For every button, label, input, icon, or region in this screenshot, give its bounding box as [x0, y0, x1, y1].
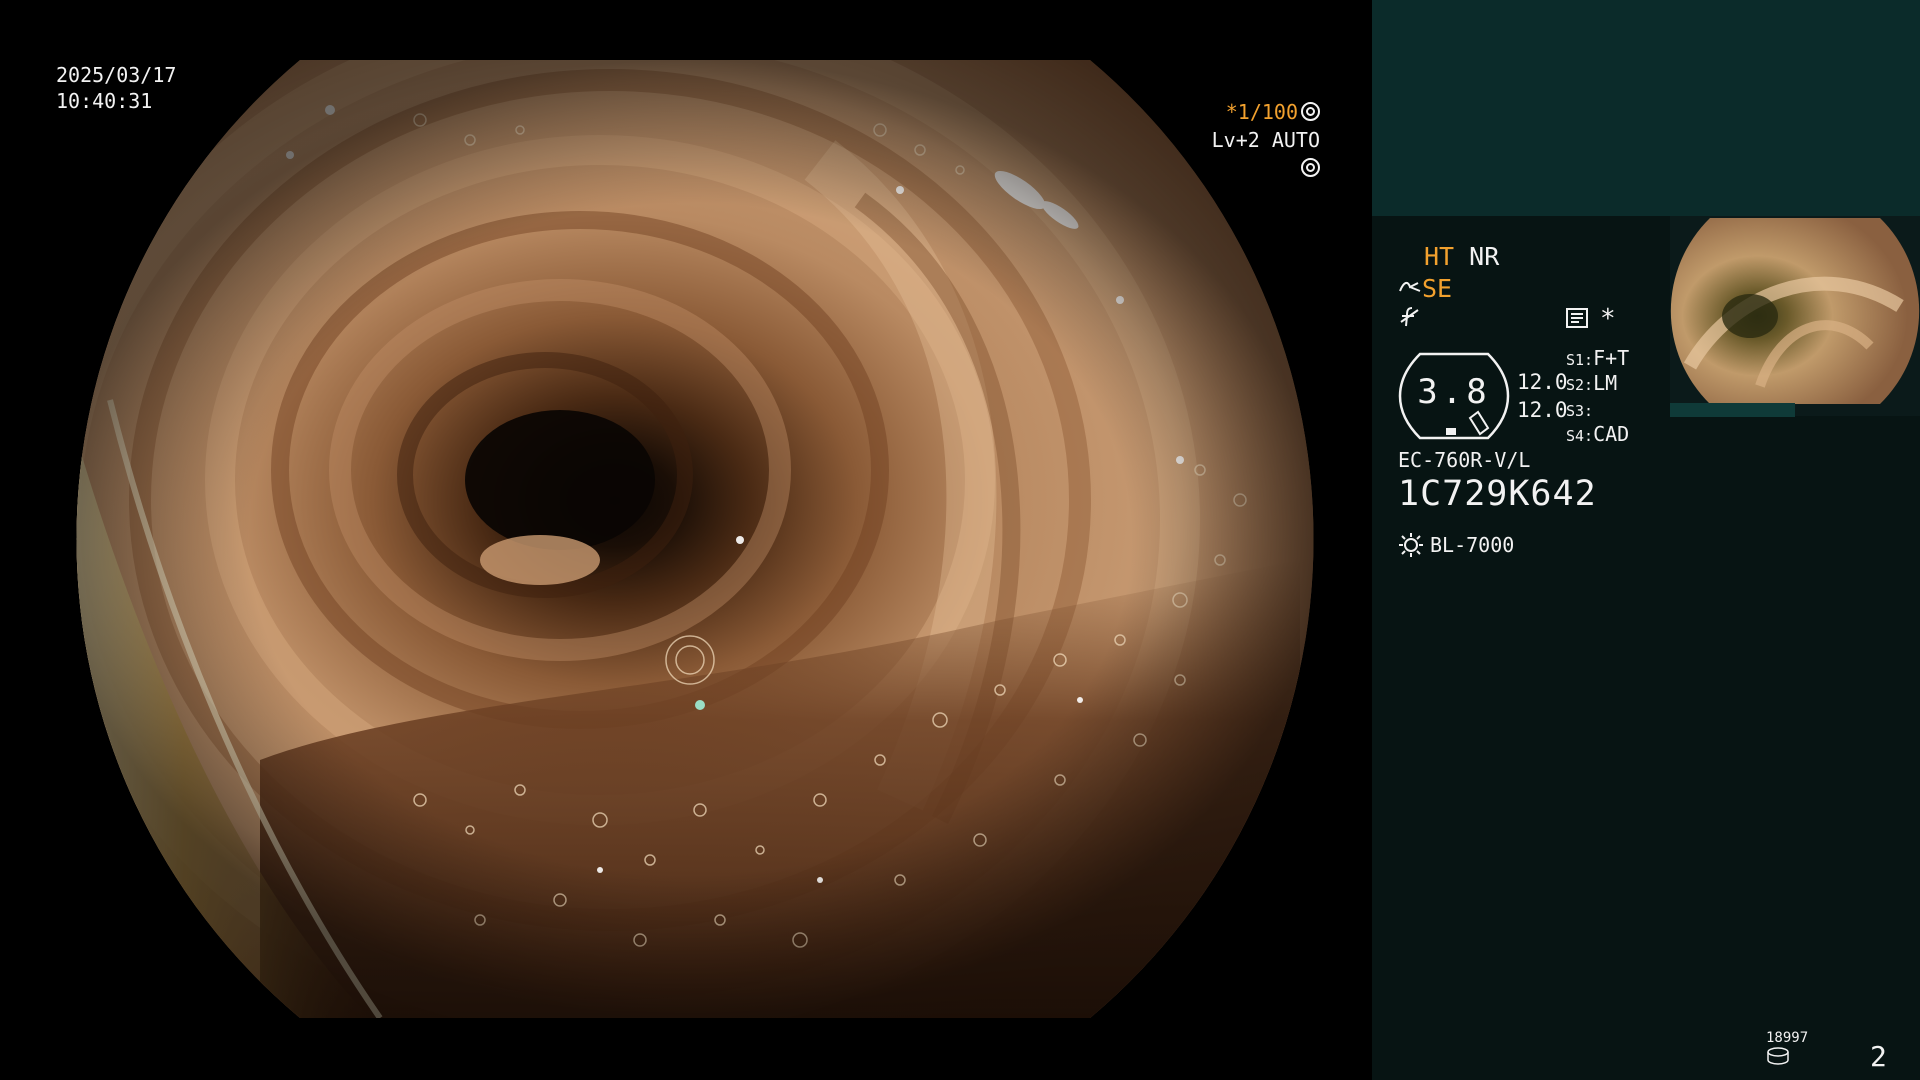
date-text: 2025/03/17	[56, 63, 177, 87]
switch-key: S1:	[1566, 351, 1594, 369]
endoscopic-image-view: 2025/03/17 10:40:31 *1/100 Lv+2 AUTO	[0, 0, 1372, 1080]
image-mode-row-2: SE	[1398, 274, 1452, 303]
mode-ht-label: HT	[1424, 242, 1455, 271]
color-enhance-icon	[1400, 307, 1419, 327]
shutter-speed-text: *1/100	[1225, 100, 1298, 124]
time-text: 10:40:31	[56, 89, 153, 113]
date-time-display: 2025/03/17 10:40:31	[56, 62, 176, 114]
page-number: 2	[1870, 1040, 1887, 1073]
level-value-a: 12.0	[1517, 370, 1568, 394]
iris-mode-text: Lv+2 AUTO	[1211, 128, 1320, 152]
thumbnail-status-bar	[1670, 402, 1920, 417]
structure-enhance-icon	[1399, 281, 1421, 292]
zoom-value: 3.8	[1417, 372, 1491, 412]
scope-switch-s2: S2:LM	[1566, 371, 1617, 395]
shutter-row: *1/100	[1190, 98, 1320, 126]
scope-switch-s1: S1:F+T	[1566, 346, 1629, 370]
scope-serial-number: 1C729K642	[1398, 474, 1597, 514]
image-mode-row-1: HT NR	[1424, 242, 1499, 271]
storage-disk-icon	[1767, 1047, 1789, 1065]
settings-doc-icon	[1566, 308, 1588, 328]
light-source-label: BL-7000	[1430, 533, 1515, 557]
scope-model: EC-760R-V/L	[1398, 448, 1531, 472]
light-source-row: BL-7000	[1398, 532, 1514, 558]
mode-nr-label: NR	[1469, 242, 1500, 271]
thumbnail-image	[1670, 218, 1920, 404]
scope-switch-s4: S4:CAD	[1566, 422, 1629, 446]
endoscopic-image	[76, 60, 1314, 1018]
image-counter: 18997	[1766, 1030, 1809, 1046]
iris-dial-icon	[1301, 158, 1320, 177]
mode-se-label: SE	[1422, 274, 1453, 303]
switch-value: F+T	[1593, 346, 1630, 370]
switch-key: S4:	[1566, 427, 1594, 445]
exposure-settings: *1/100 Lv+2 AUTO	[1190, 98, 1320, 182]
endoscope-monitor-screen: 2025/03/17 10:40:31 *1/100 Lv+2 AUTO HT …	[0, 0, 1920, 1080]
switch-value: CAD	[1593, 422, 1630, 446]
shutter-dial-icon	[1301, 102, 1320, 121]
light-source-icon	[1399, 533, 1423, 557]
image-mode-row-3	[1398, 306, 1422, 334]
iris-row: Lv+2 AUTO	[1190, 126, 1320, 182]
switch-key: S2:	[1566, 376, 1594, 394]
scope-switch-s3: S3:	[1566, 397, 1593, 421]
level-value-b: 12.0	[1517, 398, 1568, 422]
scope-window	[76, 60, 1314, 1018]
asterisk-indicator: *	[1600, 304, 1616, 334]
info-panel-header-area	[1372, 0, 1920, 216]
switch-key: S3:	[1566, 402, 1594, 420]
switch-value: LM	[1593, 371, 1618, 395]
capture-thumbnail[interactable]	[1670, 216, 1920, 416]
